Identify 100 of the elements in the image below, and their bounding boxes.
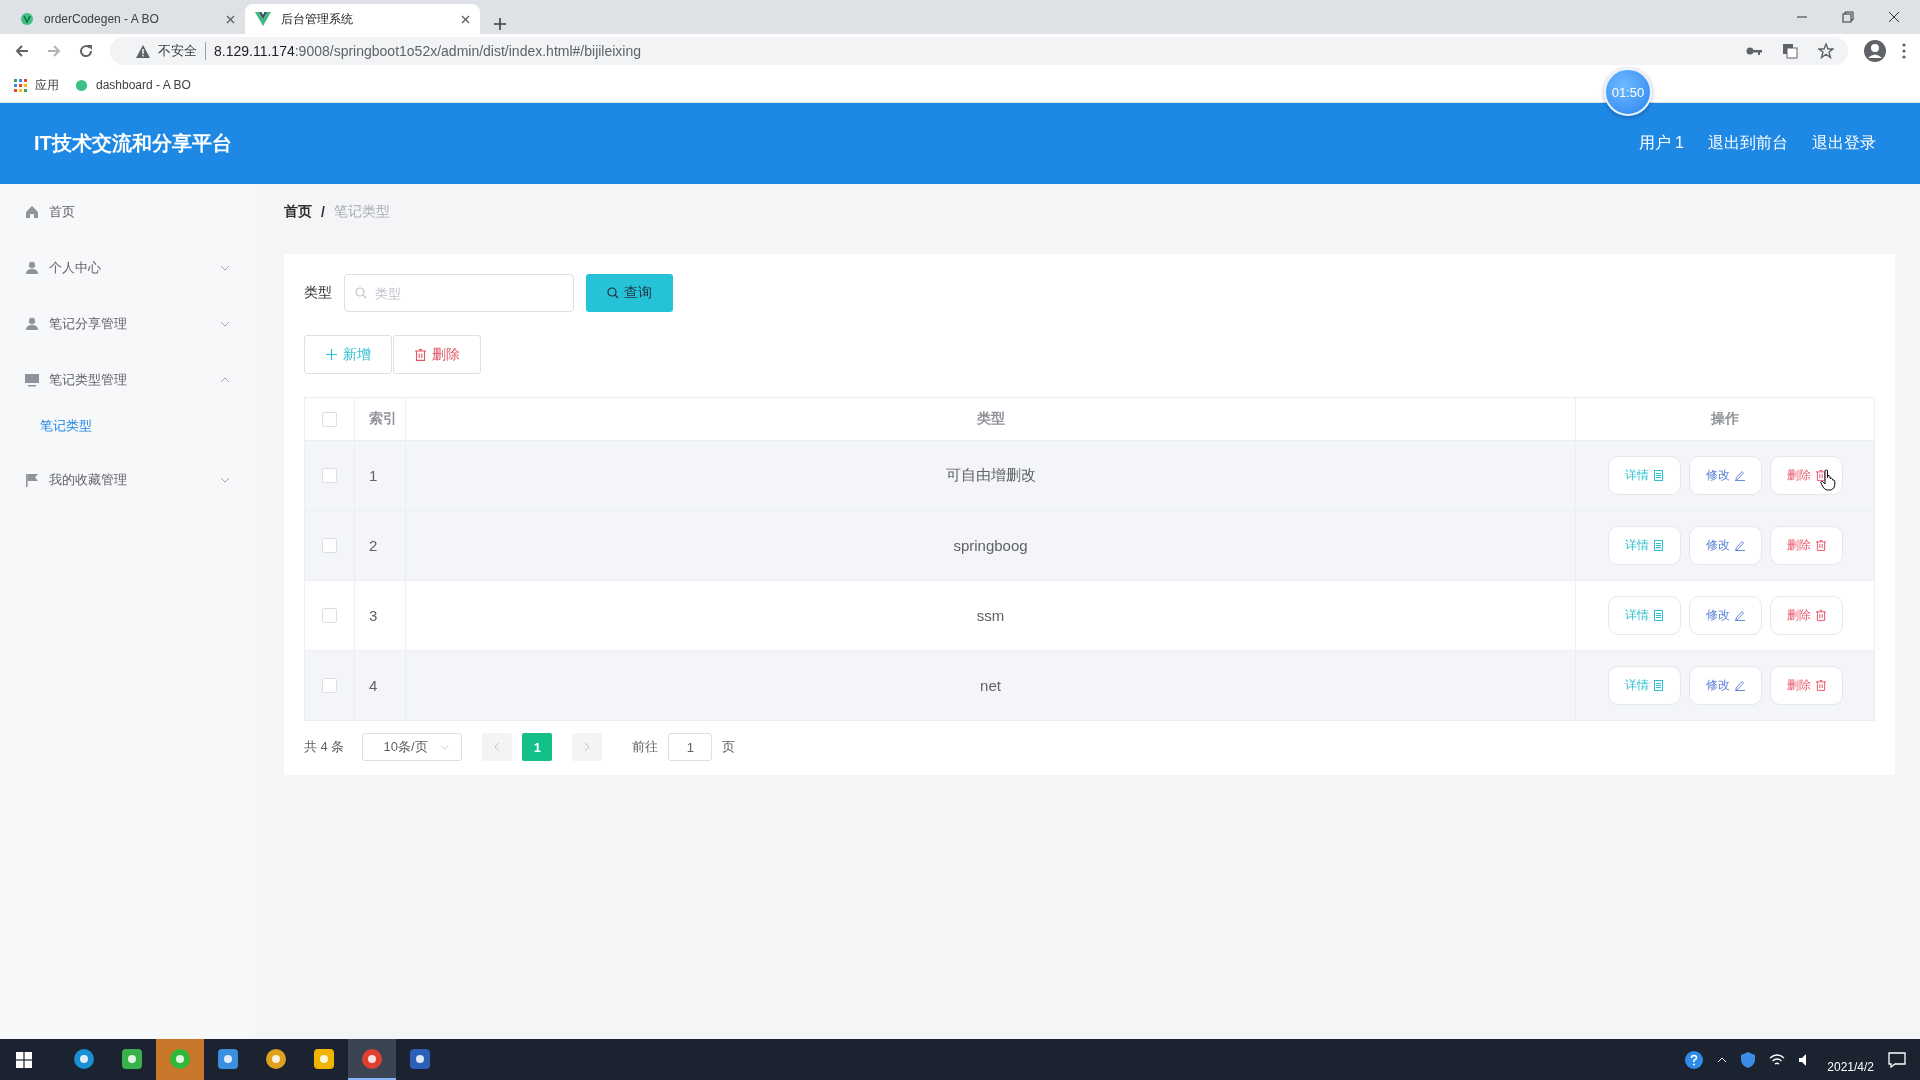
- breadcrumb-item[interactable]: 首页: [284, 203, 312, 221]
- help-icon[interactable]: [1685, 1050, 1704, 1069]
- app-icon: [360, 1046, 384, 1071]
- reload-icon[interactable]: [78, 43, 94, 59]
- table-cell: springboog: [953, 537, 1028, 554]
- bookmark[interactable]: dashboard - A BO: [75, 78, 191, 92]
- sidebar-item[interactable]: 首页: [0, 184, 255, 240]
- chevron-right-icon: [584, 742, 591, 752]
- new-tab-icon[interactable]: [494, 18, 506, 30]
- back-icon[interactable]: [14, 43, 30, 59]
- query-button[interactable]: 查询: [586, 274, 673, 312]
- search-icon: [607, 287, 619, 299]
- more-icon[interactable]: [1902, 43, 1906, 59]
- document-icon: [1654, 680, 1663, 691]
- chevron-down-icon: [220, 477, 230, 483]
- key-icon[interactable]: [1746, 46, 1762, 56]
- warning-icon: [136, 44, 150, 58]
- chevron-up-icon: [220, 377, 230, 383]
- restore-icon[interactable]: [1842, 11, 1854, 23]
- column-header: 操作: [1710, 409, 1740, 428]
- chevron-down-icon: [220, 265, 230, 271]
- delete-button[interactable]: 删除: [1769, 666, 1843, 705]
- delete-button[interactable]: 删除: [1769, 526, 1843, 565]
- close-icon[interactable]: [1888, 11, 1900, 23]
- table-row[interactable]: 4 net 详情 修改 删除: [305, 650, 1874, 720]
- page-button[interactable]: 1: [522, 733, 553, 761]
- star-icon[interactable]: [1818, 43, 1834, 59]
- checkbox[interactable]: [322, 678, 337, 693]
- document-icon: [1654, 610, 1663, 621]
- chevron-left-icon: [494, 742, 501, 752]
- total-count: 共 4 条: [304, 738, 345, 756]
- taskbar-app[interactable]: [348, 1039, 396, 1080]
- header-link[interactable]: 退出登录: [1812, 133, 1876, 154]
- browser-tab[interactable]: 后台管理系统: [245, 4, 480, 34]
- chevron-up-icon[interactable]: [1717, 1056, 1728, 1063]
- table-cell: ssm: [976, 607, 1005, 624]
- detail-button[interactable]: 详情: [1607, 456, 1681, 495]
- sidebar-item[interactable]: 个人中心: [0, 240, 255, 296]
- edit-button[interactable]: 修改: [1688, 666, 1762, 705]
- bookmark[interactable]: 应用: [14, 76, 59, 94]
- address-bar[interactable]: 不安全 8.129.11.174:9008/springboot1o52x/admin/dist/index.html#/bijileixing: [110, 37, 1848, 65]
- search-field[interactable]: 类型: [344, 274, 574, 312]
- app-title: IT技术交流和分享平台: [34, 131, 232, 156]
- user-icon: [25, 317, 39, 331]
- table-row[interactable]: 1 可自由增删改 详情 修改 删除: [305, 440, 1874, 510]
- document-icon: [1654, 470, 1663, 481]
- trash-icon: [1815, 470, 1826, 481]
- checkbox[interactable]: [322, 538, 337, 553]
- add-button[interactable]: 新增: [304, 335, 392, 374]
- page-input[interactable]: 1: [668, 733, 713, 761]
- breadcrumb-separator: /: [321, 204, 325, 220]
- notification-icon[interactable]: [1888, 1051, 1906, 1068]
- trash-icon: [1815, 680, 1826, 691]
- v-logo-icon: [255, 12, 271, 26]
- plus-icon: [325, 349, 337, 360]
- delete-button[interactable]: 删除: [1769, 596, 1843, 635]
- app-icon: [264, 1046, 288, 1071]
- chevron-down-icon: [220, 321, 230, 327]
- app-icon: [312, 1046, 336, 1071]
- hand-cursor-icon: [1819, 469, 1836, 491]
- browser-tab[interactable]: orderCodegen - A BO: [10, 4, 245, 34]
- delete-button[interactable]: 删除: [393, 335, 481, 374]
- header-link[interactable]: 用户 1: [1638, 133, 1684, 154]
- header-link[interactable]: 退出到前台: [1708, 133, 1788, 154]
- app-icon: [408, 1046, 432, 1071]
- edit-button[interactable]: 修改: [1688, 456, 1762, 495]
- goto-label: 前往: [632, 738, 659, 756]
- close-icon[interactable]: [226, 14, 235, 24]
- sidebar-item[interactable]: 笔记分享管理: [0, 296, 255, 352]
- app-icon: [120, 1046, 144, 1071]
- table-row[interactable]: 2 springboog 详情 修改 删除: [305, 510, 1874, 580]
- edit-button[interactable]: 修改: [1688, 526, 1762, 565]
- checkbox[interactable]: [322, 608, 337, 623]
- apps-grid-icon: [14, 78, 27, 92]
- detail-button[interactable]: 详情: [1607, 666, 1681, 705]
- delete-button[interactable]: 删除: [1769, 456, 1843, 495]
- flag-icon: [25, 473, 39, 487]
- checkbox[interactable]: [322, 468, 337, 483]
- document-icon: [1654, 540, 1663, 551]
- app-icon: [216, 1046, 240, 1071]
- detail-button[interactable]: 详情: [1607, 596, 1681, 635]
- field-label: 类型: [304, 284, 332, 302]
- close-icon[interactable]: [461, 14, 470, 24]
- wifi-icon[interactable]: [1769, 1053, 1786, 1066]
- table-cell: 可自由增删改: [945, 466, 1036, 485]
- search-icon: [355, 287, 367, 299]
- page-size-select[interactable]: 10条/页: [362, 733, 463, 761]
- monitor-icon: [25, 373, 39, 387]
- sidebar-item[interactable]: 我的收藏管理: [0, 452, 255, 508]
- detail-button[interactable]: 详情: [1607, 526, 1681, 565]
- windows-start-icon[interactable]: [16, 1051, 32, 1068]
- app-icon: [168, 1046, 192, 1071]
- app-icon: [72, 1046, 96, 1071]
- edit-button[interactable]: 修改: [1688, 596, 1762, 635]
- pencil-icon: [1734, 470, 1745, 481]
- profile-icon[interactable]: [1864, 40, 1886, 62]
- page-suffix: 页: [722, 738, 736, 756]
- shield-icon[interactable]: [1741, 1051, 1756, 1068]
- pencil-icon: [1734, 540, 1745, 551]
- checkbox[interactable]: [322, 411, 337, 427]
